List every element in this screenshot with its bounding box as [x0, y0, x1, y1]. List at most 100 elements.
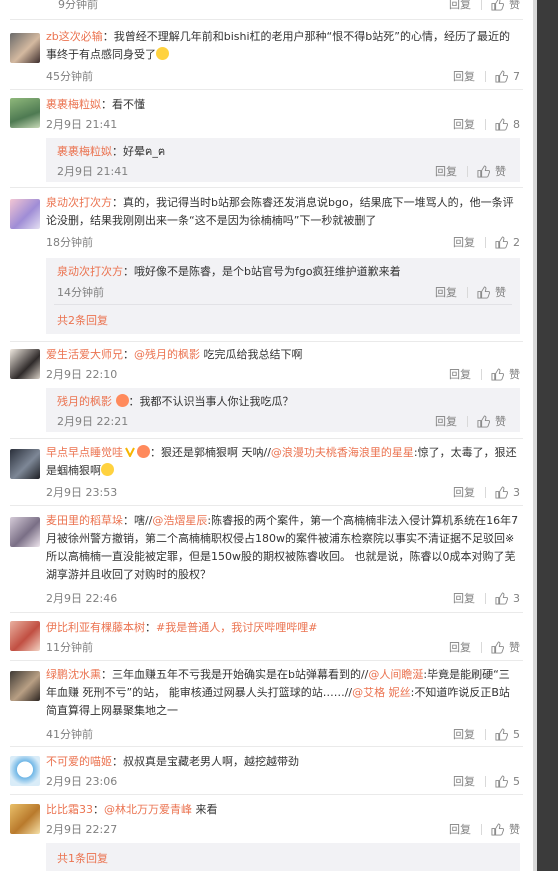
mention-link[interactable]: @浩熠星辰 — [152, 514, 207, 527]
badge-icon — [115, 394, 129, 407]
thumbs-up-icon[interactable] — [495, 485, 508, 499]
mention-link[interactable]: @林北万万爱青峰 — [104, 803, 192, 816]
divider — [481, 0, 482, 10]
thumbs-up-icon[interactable] — [495, 117, 508, 131]
divider — [481, 823, 482, 835]
like-count[interactable]: 赞 — [509, 366, 520, 382]
user-name[interactable]: 泉动次打次方 — [57, 265, 123, 278]
avatar[interactable] — [10, 756, 40, 786]
reply-button[interactable]: 回复 — [435, 413, 457, 429]
comment-item: 麦田里的稻草垛：嗐//@浩熠星辰:陈睿报的两个案件，第一个高楠楠非法入侵计算机系… — [0, 512, 533, 610]
thumbs-up-icon[interactable] — [491, 0, 504, 11]
like-count[interactable]: 5 — [513, 775, 520, 788]
like-count[interactable]: 赞 — [509, 0, 520, 12]
comment-body: 狠还是郭楠狠啊 天呐// — [161, 446, 271, 459]
comment-time: 45分钟前 — [46, 70, 93, 83]
divider — [481, 368, 482, 380]
user-name[interactable]: 爱生活爱大师兄 — [46, 348, 123, 361]
like-count[interactable]: 3 — [513, 592, 520, 605]
reply-button[interactable]: 回复 — [453, 484, 475, 500]
comment-text: 伊比利亚有棵藤本树：#我是普通人，我讨厌哔哩哔哩# — [46, 619, 520, 637]
reply-button[interactable]: 回复 — [435, 284, 457, 300]
reply-button[interactable]: 回复 — [453, 773, 475, 789]
reply-button[interactable]: 回复 — [453, 68, 475, 84]
reply-button[interactable]: 回复 — [449, 366, 471, 382]
divider — [467, 415, 468, 427]
reply-button[interactable]: 回复 — [449, 0, 471, 12]
mention-link[interactable]: @残月的枫影 — [134, 348, 200, 361]
comment-time: 41分钟前 — [46, 728, 93, 741]
user-name[interactable]: 残月的枫影 — [57, 395, 112, 408]
mention-link[interactable]: @浪漫功夫桃香海浪里的星星 — [271, 446, 414, 459]
avatar[interactable] — [10, 98, 40, 128]
reply-button[interactable]: 回复 — [449, 821, 471, 837]
divider — [485, 486, 486, 498]
thumbs-up-icon[interactable] — [495, 727, 508, 741]
more-replies-link[interactable]: 共1条回复 — [57, 850, 108, 866]
user-name[interactable]: 泉动次打次方 — [46, 196, 112, 209]
avatar[interactable] — [10, 517, 40, 547]
reply-button[interactable]: 回复 — [453, 116, 475, 132]
scrollbar-track[interactable] — [533, 0, 558, 871]
user-name[interactable]: 绿鹏沈水熏 — [46, 668, 101, 681]
divider — [485, 236, 486, 248]
reply-text: 裹裹梅粒姒：好晕ฅ_ฅ — [57, 143, 512, 161]
user-name[interactable]: 麦田里的稻草垛 — [46, 514, 123, 527]
thumbs-up-icon[interactable] — [495, 591, 508, 605]
thumbs-up-icon[interactable] — [491, 822, 504, 836]
like-count[interactable]: 5 — [513, 728, 520, 741]
comment-body: 嗐// — [134, 514, 153, 527]
thumbs-up-icon[interactable] — [477, 164, 490, 178]
reply-box: 泉动次打次方：哦好像不是陈睿，是个b站官号为fgo疯狂维护道歉来着 14分钟前 … — [46, 258, 520, 334]
mention-link[interactable]: @艾格 妮丝 — [352, 686, 411, 699]
reply-button[interactable]: 回复 — [453, 234, 475, 250]
like-count[interactable]: 赞 — [495, 284, 506, 300]
avatar[interactable] — [10, 804, 40, 834]
reply-button[interactable]: 回复 — [435, 163, 457, 179]
separator: ： — [101, 668, 112, 681]
like-count[interactable]: 赞 — [495, 413, 506, 429]
user-name[interactable]: 裹裹梅粒姒 — [46, 98, 101, 111]
thumbs-up-icon[interactable] — [491, 640, 504, 654]
user-name[interactable]: 裹裹梅粒姒 — [57, 145, 112, 158]
thumbs-up-icon[interactable] — [477, 285, 490, 299]
hashtag-link[interactable]: #我是普通人，我讨厌哔哩哔哩# — [156, 621, 317, 634]
user-name[interactable]: zb这次必输 — [46, 30, 103, 43]
user-name[interactable]: 比比霜33 — [46, 803, 93, 816]
thumbs-up-icon[interactable] — [495, 235, 508, 249]
avatar[interactable] — [10, 349, 40, 379]
avatar[interactable] — [10, 33, 40, 63]
comment-actions: 回复 3 — [453, 590, 520, 606]
more-replies-link[interactable]: 共2条回复 — [57, 312, 108, 328]
user-name[interactable]: 伊比利亚有棵藤本树 — [46, 621, 145, 634]
avatar[interactable] — [10, 671, 40, 701]
avatar[interactable] — [10, 449, 40, 479]
like-count[interactable]: 赞 — [509, 821, 520, 837]
mention-link[interactable]: @人间瞻涎 — [368, 668, 423, 681]
user-name[interactable]: 早点早点睡觉哇 — [46, 446, 123, 459]
like-count[interactable]: 7 — [513, 70, 520, 83]
like-count[interactable]: 2 — [513, 236, 520, 249]
comment-body: 我曾经不理解几年前和bishi杠的老用户那种“恨不得b站死”的心情，经历了最近的… — [46, 30, 510, 61]
comment-item: 早点早点睡觉哇 ：狠还是郭楠狠啊 天呐//@浪漫功夫桃香海浪里的星星:惊了，太毒了… — [0, 444, 533, 504]
like-count[interactable]: 8 — [513, 118, 520, 131]
reply-button[interactable]: 回复 — [449, 639, 471, 655]
thumbs-up-icon[interactable] — [477, 414, 490, 428]
comment-time: 2月9日 23:06 — [46, 775, 118, 788]
comment-item: 爱生活爱大师兄：@残月的枫影 吃完瓜给我总结下啊 2月9日 22:10 回复 赞… — [0, 346, 533, 438]
like-count[interactable]: 赞 — [495, 163, 506, 179]
avatar[interactable] — [10, 199, 40, 229]
thumbs-up-icon[interactable] — [495, 69, 508, 83]
like-count[interactable]: 赞 — [509, 639, 520, 655]
reply-button[interactable]: 回复 — [453, 726, 475, 742]
divider — [10, 89, 523, 90]
thumbs-up-icon[interactable] — [495, 774, 508, 788]
reply-body: 好晕ฅ_ฅ — [123, 145, 166, 158]
reply-button[interactable]: 回复 — [453, 590, 475, 606]
user-name[interactable]: 不可爱的喵姬 — [46, 755, 112, 768]
like-count[interactable]: 3 — [513, 486, 520, 499]
separator: ： — [145, 621, 156, 634]
avatar[interactable] — [10, 621, 40, 651]
thumbs-up-icon[interactable] — [491, 367, 504, 381]
divider — [10, 612, 523, 613]
